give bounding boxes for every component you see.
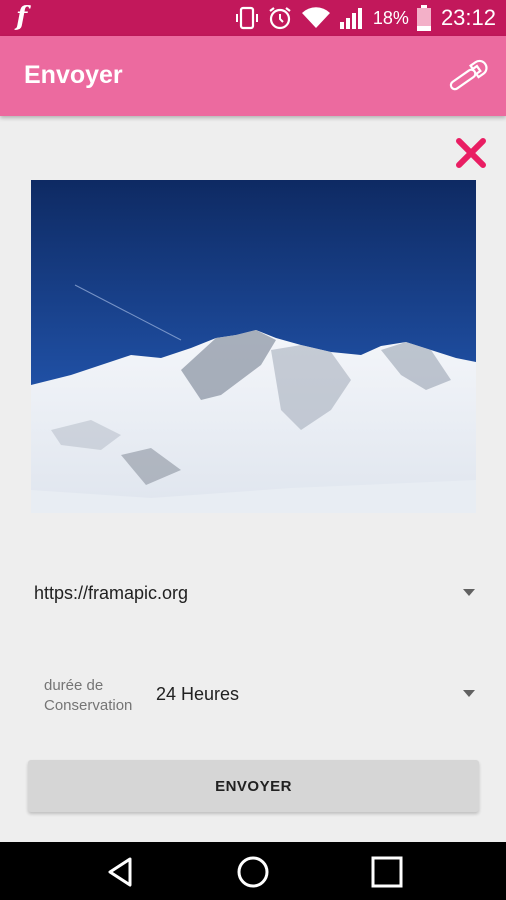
server-dropdown-icon[interactable] [463, 589, 475, 596]
duration-dropdown-icon[interactable] [463, 690, 475, 697]
navigation-bar [0, 842, 506, 900]
vibrate-icon [235, 5, 259, 31]
page-title: Envoyer [24, 61, 123, 89]
battery-percent: 18% [372, 7, 409, 28]
recents-icon[interactable] [369, 854, 405, 890]
clock: 23:12 [440, 5, 496, 30]
server-select-value[interactable]: https://framapic.org [34, 583, 188, 604]
send-button[interactable]: ENVOYER [28, 760, 479, 812]
close-icon[interactable] [454, 136, 488, 170]
duration-select-value[interactable]: 24 Heures [156, 684, 239, 705]
home-icon[interactable] [235, 854, 271, 890]
duration-label: durée de Conservation [44, 677, 133, 714]
selected-image [31, 180, 476, 513]
framapic-app-icon: f [16, 2, 28, 32]
back-icon[interactable] [103, 854, 139, 890]
app-bar: Envoyer [0, 36, 506, 116]
signal-icon [339, 6, 365, 30]
wrench-icon[interactable] [446, 56, 490, 96]
status-bar: f 18% 23:12 [0, 0, 506, 36]
battery-icon [416, 5, 431, 31]
wifi-icon [301, 6, 331, 30]
alarm-icon [267, 5, 293, 31]
